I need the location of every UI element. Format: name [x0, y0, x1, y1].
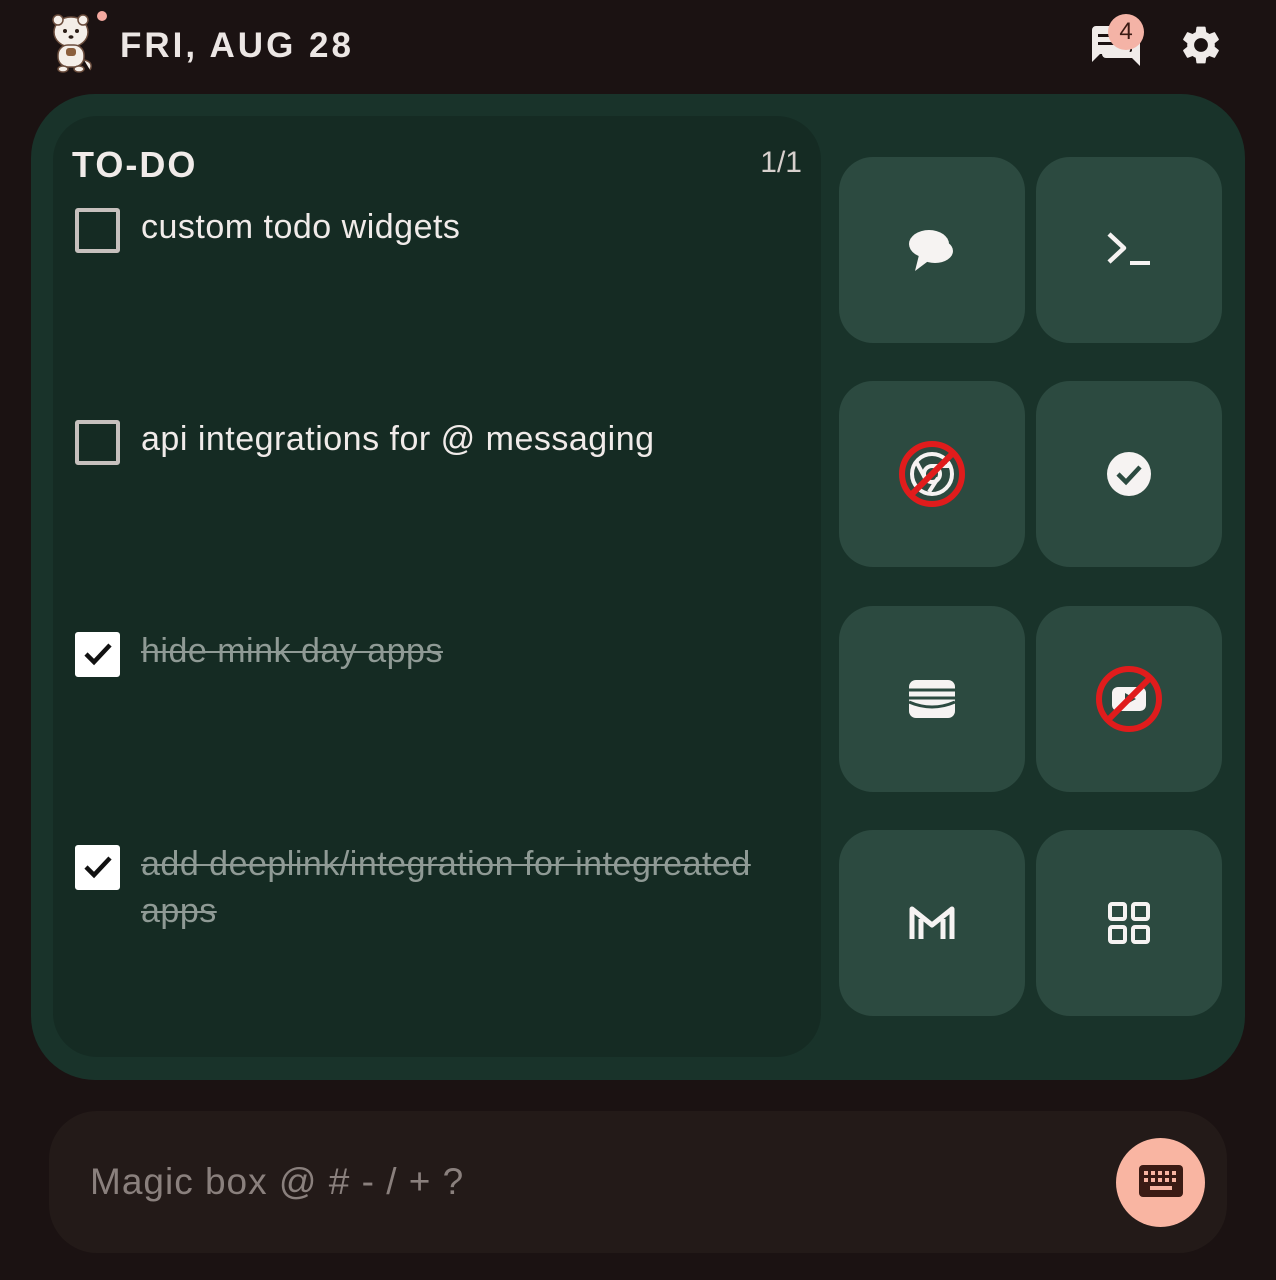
- wallet-icon: [908, 680, 956, 718]
- todo-item-text: add deeplink/integration for integreated…: [141, 845, 751, 930]
- keyboard-icon: [1139, 1165, 1183, 1197]
- settings-button[interactable]: [1178, 22, 1224, 68]
- app-tile-all-apps[interactable]: [1036, 830, 1222, 1016]
- top-bar: FRI, AUG 28 4: [0, 0, 1276, 90]
- keyboard-button[interactable]: [1116, 1138, 1205, 1227]
- app-tile-terminal[interactable]: [1036, 157, 1222, 343]
- app-tile-chat[interactable]: [839, 157, 1025, 343]
- notification-badge: 4: [1108, 14, 1144, 50]
- todo-item-text: api integrations for @ messaging: [141, 420, 655, 458]
- todo-item-text: hide mink day apps: [141, 632, 443, 670]
- todo-checkbox[interactable]: [75, 420, 120, 465]
- app-tile-chrome[interactable]: [839, 381, 1025, 567]
- checkmark-icon: [84, 643, 112, 666]
- checkmark-icon: [84, 856, 112, 879]
- app-tile-gmail[interactable]: [839, 830, 1025, 1016]
- chat-bubbles-icon: [909, 230, 953, 271]
- app-tile-tasks[interactable]: [1036, 381, 1222, 567]
- todo-checkbox[interactable]: [75, 208, 120, 253]
- mascot-avatar-icon[interactable]: [48, 10, 108, 76]
- app-tile-youtube[interactable]: [1036, 606, 1222, 792]
- todo-checkbox-checked[interactable]: [75, 632, 120, 677]
- app-tile-wallet[interactable]: [839, 606, 1025, 792]
- todo-page-indicator: 1/1: [760, 146, 802, 179]
- todo-item-text: custom todo widgets: [141, 208, 461, 246]
- check-circle-icon: [1107, 452, 1151, 496]
- gmail-icon: [909, 906, 955, 939]
- terminal-icon: [1107, 232, 1150, 265]
- app-grid-icon: [1108, 902, 1150, 944]
- magic-box-input[interactable]: [90, 1152, 1090, 1212]
- gear-icon: [1183, 26, 1219, 64]
- date-label: FRI, AUG 28: [120, 26, 354, 65]
- todo-title: TO-DO: [72, 144, 198, 185]
- todo-checkbox-checked[interactable]: [75, 845, 120, 890]
- chrome-blocked-icon: [899, 441, 965, 507]
- youtube-blocked-icon: [1096, 666, 1162, 732]
